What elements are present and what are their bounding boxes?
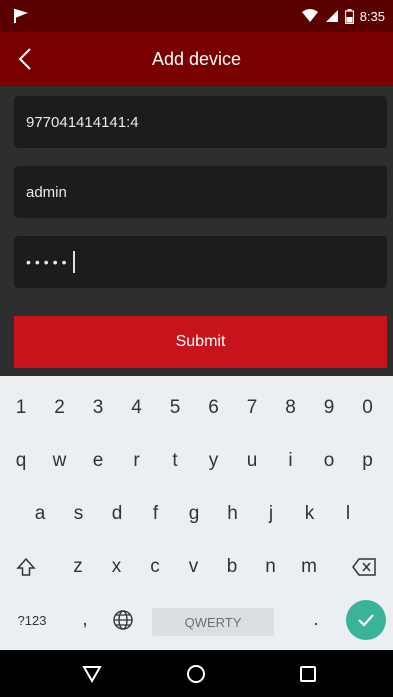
status-bar: 8:35 <box>0 0 393 32</box>
soft-keyboard: 1234567890 qwertyuiop asdfghjkl zxcvbnm … <box>0 376 393 650</box>
shift-key[interactable] <box>8 545 44 589</box>
letter-key[interactable]: l <box>331 492 365 536</box>
language-key[interactable] <box>105 598 141 642</box>
done-button-circle <box>346 600 386 640</box>
digit-key[interactable]: 7 <box>235 386 269 430</box>
done-key[interactable] <box>344 598 388 642</box>
letter-key[interactable]: k <box>293 492 327 536</box>
notification-flag-icon <box>12 8 29 24</box>
letter-key[interactable]: t <box>158 439 192 483</box>
letter-key[interactable]: g <box>177 492 211 536</box>
period-key[interactable]: . <box>306 598 326 642</box>
globe-icon <box>113 610 133 630</box>
nav-recents-button[interactable] <box>278 650 338 697</box>
digit-key[interactable]: 0 <box>351 386 385 430</box>
username-field[interactable]: admin <box>14 166 387 218</box>
letter-key[interactable]: y <box>197 439 231 483</box>
nav-home-button[interactable] <box>166 650 226 697</box>
navigation-bar <box>0 650 393 697</box>
letter-key[interactable]: h <box>216 492 250 536</box>
digit-key[interactable]: 8 <box>274 386 308 430</box>
digit-key[interactable]: 4 <box>120 386 154 430</box>
shift-icon <box>16 557 36 576</box>
text-cursor <box>72 251 75 273</box>
page-title: Add device <box>151 49 242 69</box>
keyboard-row-3: zxcvbnm <box>0 545 393 593</box>
letter-key[interactable]: a <box>23 492 57 536</box>
status-time: 8:35 <box>359 8 385 24</box>
letter-key[interactable]: f <box>139 492 173 536</box>
letter-key[interactable]: w <box>43 439 77 483</box>
password-mask: ••••• <box>26 254 71 270</box>
letter-key[interactable]: j <box>254 492 288 536</box>
square-recents-icon <box>300 665 316 682</box>
letter-key[interactable]: p <box>351 439 385 483</box>
password-field[interactable]: ••••• <box>14 236 387 288</box>
keyboard-row-1: qwertyuiop <box>0 439 393 487</box>
letter-key[interactable]: s <box>62 492 96 536</box>
battery-icon <box>344 8 354 24</box>
symbols-key[interactable]: ?123 <box>8 598 56 642</box>
circle-home-icon <box>187 664 205 683</box>
device-id-field[interactable]: 977041414141:4 <box>14 96 387 148</box>
letter-key[interactable]: d <box>100 492 134 536</box>
add-device-form: 977041414141:4 admin ••••• Submit <box>0 86 393 376</box>
digit-key[interactable]: 3 <box>81 386 115 430</box>
signal-icon <box>325 9 339 23</box>
letter-key[interactable]: u <box>235 439 269 483</box>
letter-key[interactable]: b <box>215 545 249 589</box>
letter-key[interactable]: x <box>100 545 134 589</box>
digit-key[interactable]: 2 <box>43 386 77 430</box>
digit-key[interactable]: 6 <box>197 386 231 430</box>
backspace-icon <box>352 558 376 576</box>
letter-key[interactable]: z <box>61 545 95 589</box>
backspace-key[interactable] <box>344 545 384 589</box>
comma-key[interactable]: , <box>74 598 96 642</box>
keyboard-row-2: asdfghjkl <box>0 492 393 540</box>
title-bar: Add device <box>0 32 393 86</box>
submit-button[interactable]: Submit <box>14 316 387 368</box>
digit-key[interactable]: 5 <box>158 386 192 430</box>
keyboard-bottom-row: ?123 , QWERTY . <box>0 598 393 646</box>
letter-key[interactable]: i <box>274 439 308 483</box>
device-id-value: 977041414141:4 <box>26 113 139 131</box>
keyboard-digit-row: 1234567890 <box>0 386 393 434</box>
letter-key[interactable]: c <box>138 545 172 589</box>
letter-key[interactable]: e <box>81 439 115 483</box>
letter-key[interactable]: v <box>177 545 211 589</box>
letter-key[interactable]: q <box>4 439 38 483</box>
username-value: admin <box>26 183 67 201</box>
triangle-back-icon <box>82 665 102 683</box>
nav-back-button[interactable] <box>62 650 122 697</box>
letter-key[interactable]: n <box>254 545 288 589</box>
wifi-icon <box>301 9 319 23</box>
digit-key[interactable]: 1 <box>4 386 38 430</box>
letter-key[interactable]: r <box>120 439 154 483</box>
letter-key[interactable]: o <box>312 439 346 483</box>
space-key[interactable]: QWERTY <box>152 608 274 636</box>
checkmark-icon <box>358 614 374 627</box>
letter-key[interactable]: m <box>292 545 326 589</box>
digit-key[interactable]: 9 <box>312 386 346 430</box>
status-icons: 8:35 <box>301 7 385 25</box>
